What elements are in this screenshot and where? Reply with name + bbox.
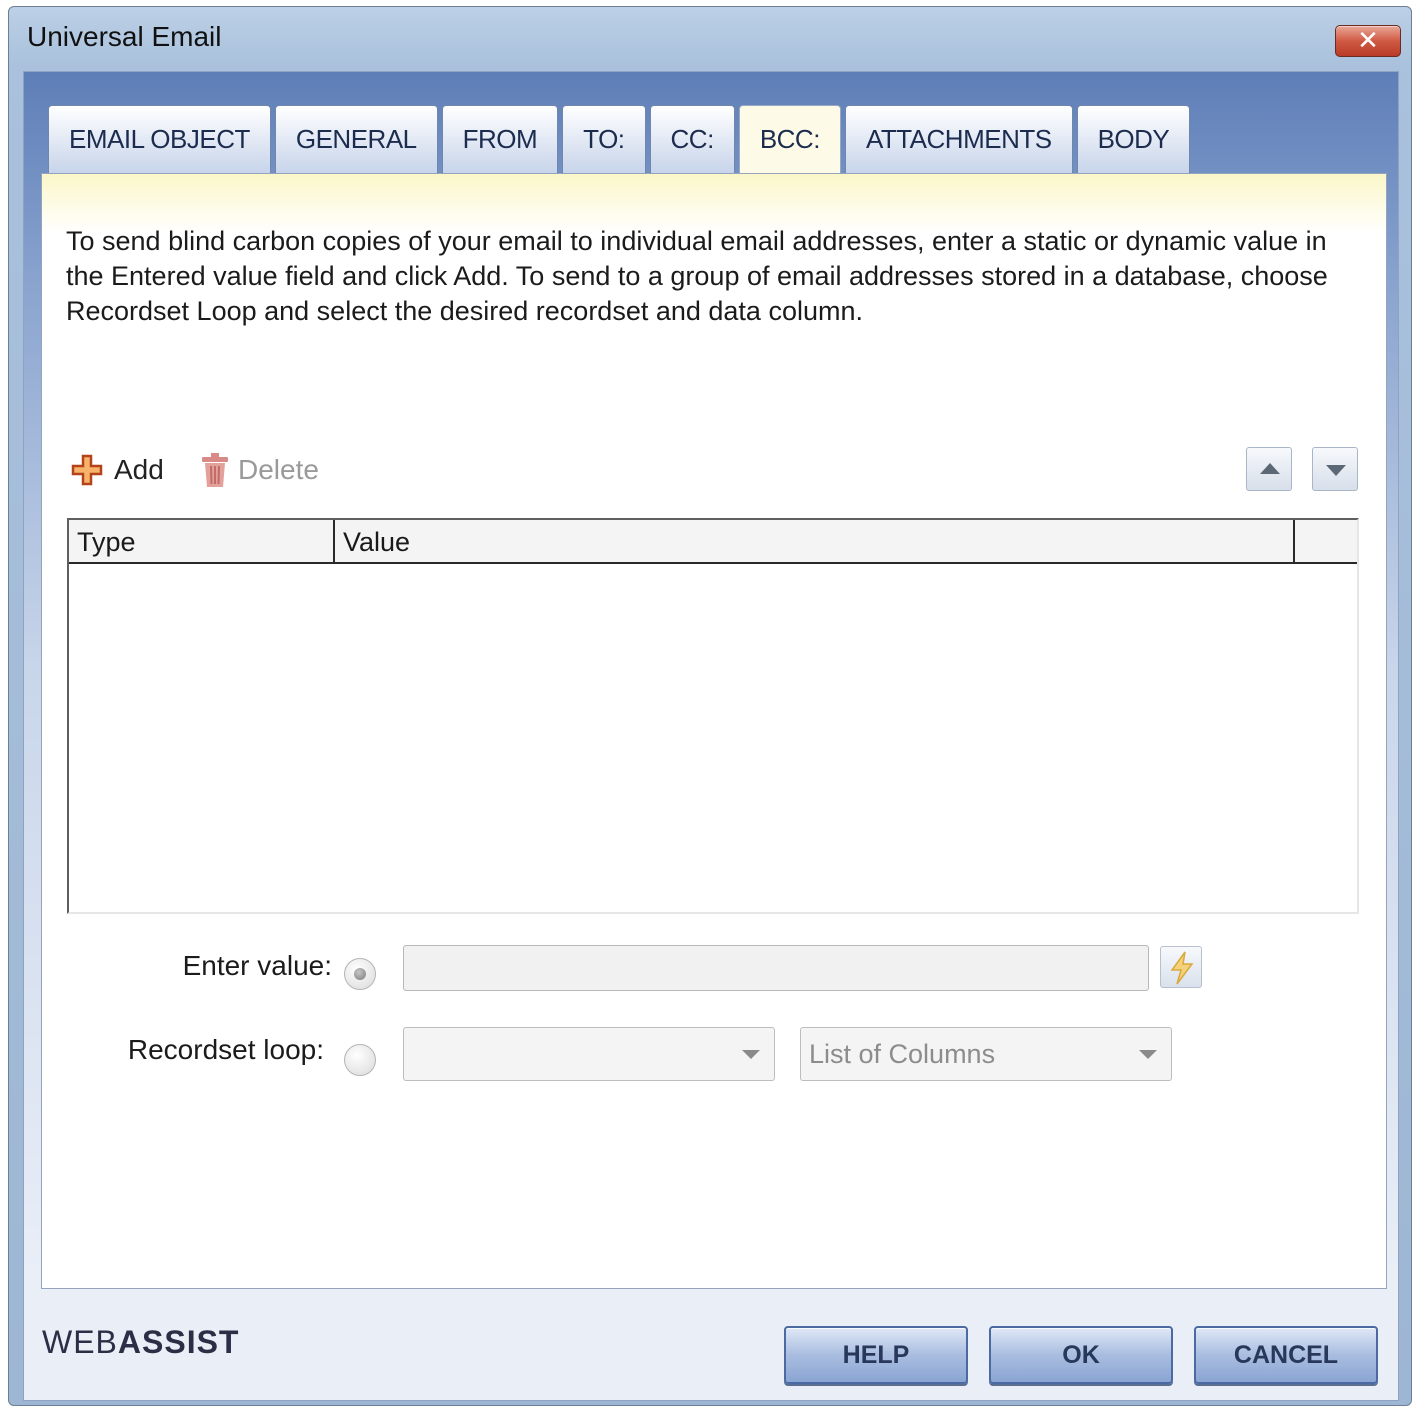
add-label: Add bbox=[114, 454, 164, 485]
tab-bcc[interactable]: BCC: bbox=[738, 105, 841, 173]
move-up-button[interactable] bbox=[1246, 447, 1292, 491]
arrow-down-icon bbox=[1326, 465, 1346, 476]
title-bar: Universal Email ✕ bbox=[9, 7, 1411, 71]
brand-prefix: WEB bbox=[42, 1324, 118, 1360]
grid-header: Type Value bbox=[69, 520, 1357, 564]
delete-label: Delete bbox=[238, 454, 319, 485]
columns-select-value: List of Columns bbox=[809, 1039, 996, 1069]
columns-select[interactable]: List of Columns bbox=[800, 1027, 1172, 1081]
chevron-down-icon bbox=[742, 1050, 760, 1059]
column-header-value[interactable]: Value bbox=[335, 520, 1295, 562]
tab-general[interactable]: GENERAL bbox=[274, 105, 438, 173]
trash-icon bbox=[200, 452, 230, 488]
bcc-description: To send blind carbon copies of your emai… bbox=[66, 226, 1328, 326]
tab-attachments[interactable]: ATTACHMENTS bbox=[844, 105, 1073, 173]
enter-value-input[interactable] bbox=[403, 945, 1149, 991]
close-button[interactable]: ✕ bbox=[1335, 25, 1401, 57]
delete-button[interactable]: Delete bbox=[200, 450, 319, 490]
webassist-logo: WEBASSIST bbox=[42, 1324, 239, 1361]
universal-email-dialog: Universal Email ✕ EMAIL OBJECT GENERAL F… bbox=[8, 6, 1412, 1406]
tab-strip: EMAIL OBJECT GENERAL FROM TO: CC: BCC: A… bbox=[48, 105, 1194, 173]
dialog-client-area: EMAIL OBJECT GENERAL FROM TO: CC: BCC: A… bbox=[23, 71, 1399, 1401]
help-button[interactable]: HELP bbox=[784, 1326, 968, 1384]
ok-button[interactable]: OK bbox=[989, 1326, 1173, 1384]
plus-icon bbox=[70, 453, 104, 487]
recordset-select[interactable] bbox=[403, 1027, 775, 1081]
column-header-type[interactable]: Type bbox=[69, 520, 335, 562]
bcc-panel: To send blind carbon copies of your emai… bbox=[41, 173, 1387, 1289]
tab-email-object[interactable]: EMAIL OBJECT bbox=[48, 105, 271, 173]
enter-value-label: Enter value: bbox=[182, 950, 332, 981]
window-title: Universal Email bbox=[27, 21, 222, 52]
lightning-icon bbox=[1170, 951, 1194, 985]
tab-to[interactable]: TO: bbox=[562, 105, 646, 173]
brand-suffix: ASSIST bbox=[117, 1324, 240, 1360]
tab-body[interactable]: BODY bbox=[1076, 105, 1191, 173]
tab-from[interactable]: FROM bbox=[441, 105, 559, 173]
add-button[interactable]: Add bbox=[70, 450, 164, 490]
recordset-loop-label: Recordset loop: bbox=[127, 1034, 324, 1065]
tab-cc[interactable]: CC: bbox=[649, 105, 735, 173]
cancel-button[interactable]: CANCEL bbox=[1194, 1326, 1378, 1384]
arrow-up-icon bbox=[1260, 463, 1280, 474]
chevron-down-icon bbox=[1139, 1050, 1157, 1059]
enter-value-radio[interactable] bbox=[344, 958, 376, 990]
recordset-loop-radio[interactable] bbox=[344, 1044, 376, 1076]
move-down-button[interactable] bbox=[1312, 447, 1358, 491]
bcc-recipients-grid[interactable]: Type Value bbox=[67, 518, 1359, 914]
dynamic-data-button[interactable] bbox=[1160, 946, 1202, 988]
